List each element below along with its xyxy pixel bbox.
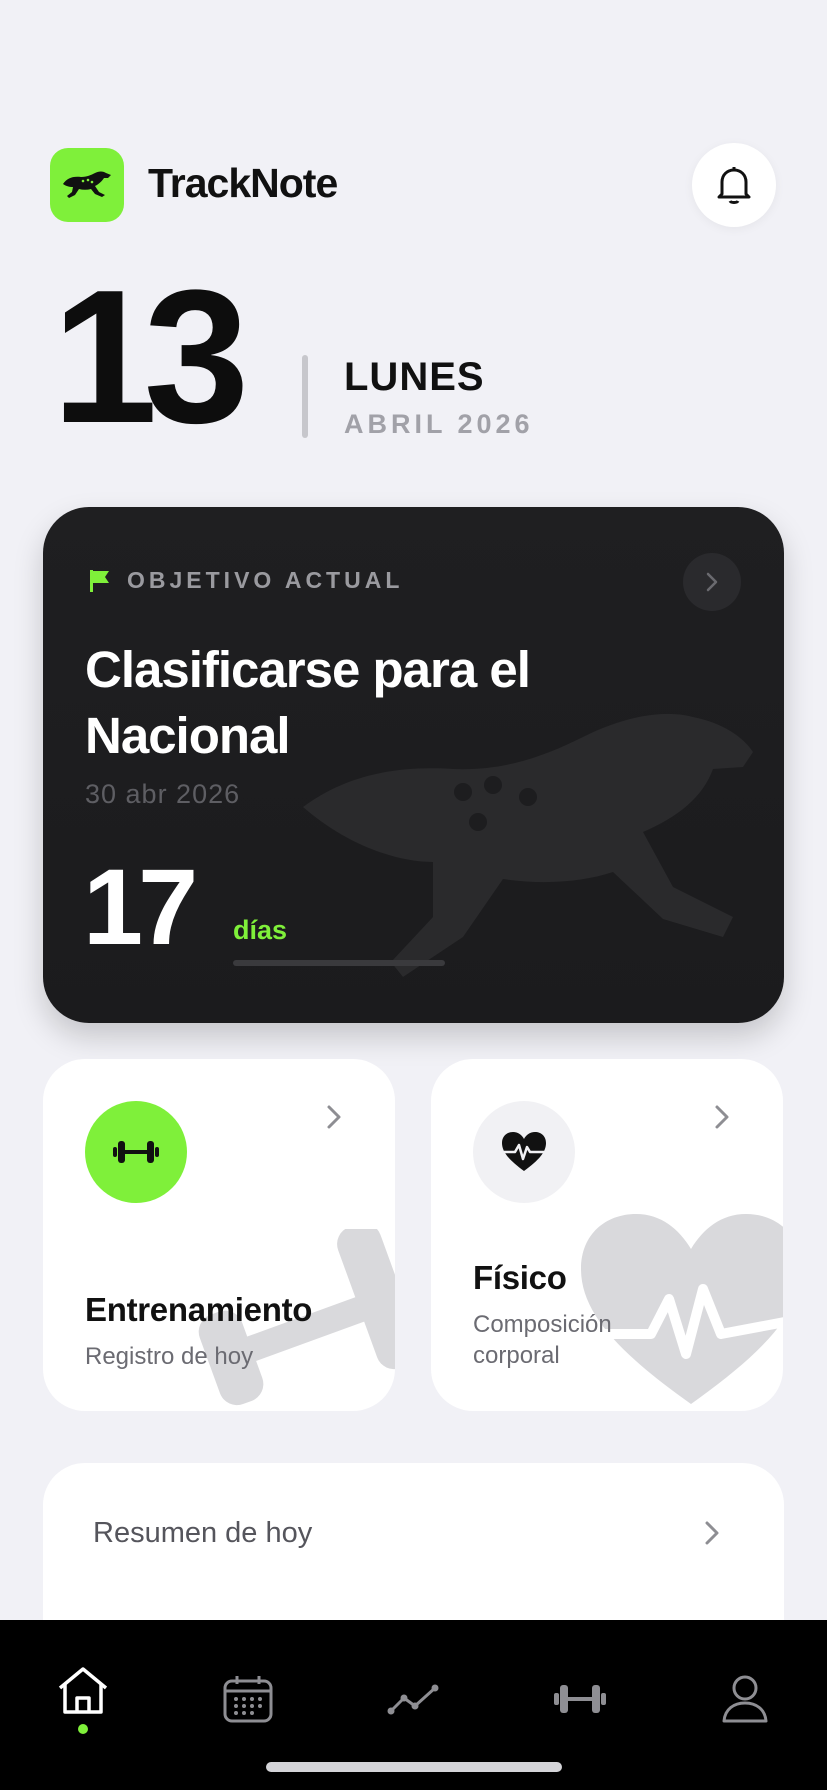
active-tab-indicator	[78, 1724, 88, 1734]
chevron-right-icon	[706, 572, 718, 592]
weekday-label: LUNES	[344, 355, 485, 399]
physical-subtitle: Composición corporal	[473, 1311, 612, 1369]
notifications-button[interactable]	[692, 143, 776, 227]
bell-icon	[717, 167, 751, 204]
calendar-icon	[223, 1676, 273, 1723]
goal-title: Clasificarse para el Nacional	[85, 641, 531, 764]
training-tile[interactable]: Entrenamiento Registro de hoy	[43, 1059, 395, 1411]
goal-label: OBJETIVO ACTUAL	[127, 567, 404, 593]
dumbbell-icon	[113, 1141, 159, 1163]
stats-icon	[387, 1684, 439, 1715]
tab-calendar[interactable]	[213, 1664, 283, 1734]
goal-detail-button[interactable]	[683, 553, 741, 611]
days-progress-bar	[233, 960, 445, 966]
training-icon-badge	[85, 1101, 187, 1203]
home-icon	[58, 1667, 108, 1714]
app-title: TrackNote	[148, 160, 338, 206]
tab-profile[interactable]	[710, 1664, 780, 1734]
training-subtitle: Registro de hoy	[85, 1343, 254, 1370]
profile-icon	[722, 1675, 768, 1723]
tab-workout[interactable]	[545, 1664, 615, 1734]
days-remaining-unit: días	[233, 915, 288, 945]
physical-tile[interactable]: Físico Composición corporal	[431, 1059, 783, 1411]
flag-icon	[90, 570, 109, 592]
month-year-label: ABRIL 2026	[344, 409, 534, 439]
dumbbell-icon	[554, 1685, 606, 1713]
chevron-right-icon	[715, 1105, 729, 1129]
training-title: Entrenamiento	[85, 1291, 313, 1328]
summary-title: Resumen de hoy	[93, 1517, 313, 1549]
tab-home[interactable]	[48, 1656, 118, 1726]
day-number: 13	[52, 251, 249, 463]
app-logo	[50, 148, 124, 222]
heart-pulse-icon	[502, 1132, 546, 1171]
chevron-right-icon	[705, 1521, 719, 1545]
physical-title: Físico	[473, 1259, 567, 1296]
chevron-right-icon	[327, 1105, 341, 1129]
tab-stats[interactable]	[379, 1664, 449, 1734]
physical-icon-badge	[473, 1101, 575, 1203]
days-remaining-number: 17	[83, 846, 198, 967]
date-divider	[302, 355, 308, 438]
current-goal-card[interactable]: OBJETIVO ACTUAL Clasificarse para el Nac…	[43, 507, 784, 1023]
home-indicator	[266, 1762, 562, 1772]
goal-target-date: 30 abr 2026	[85, 779, 241, 809]
tab-bar	[0, 1620, 827, 1790]
cheetah-icon	[63, 171, 111, 198]
